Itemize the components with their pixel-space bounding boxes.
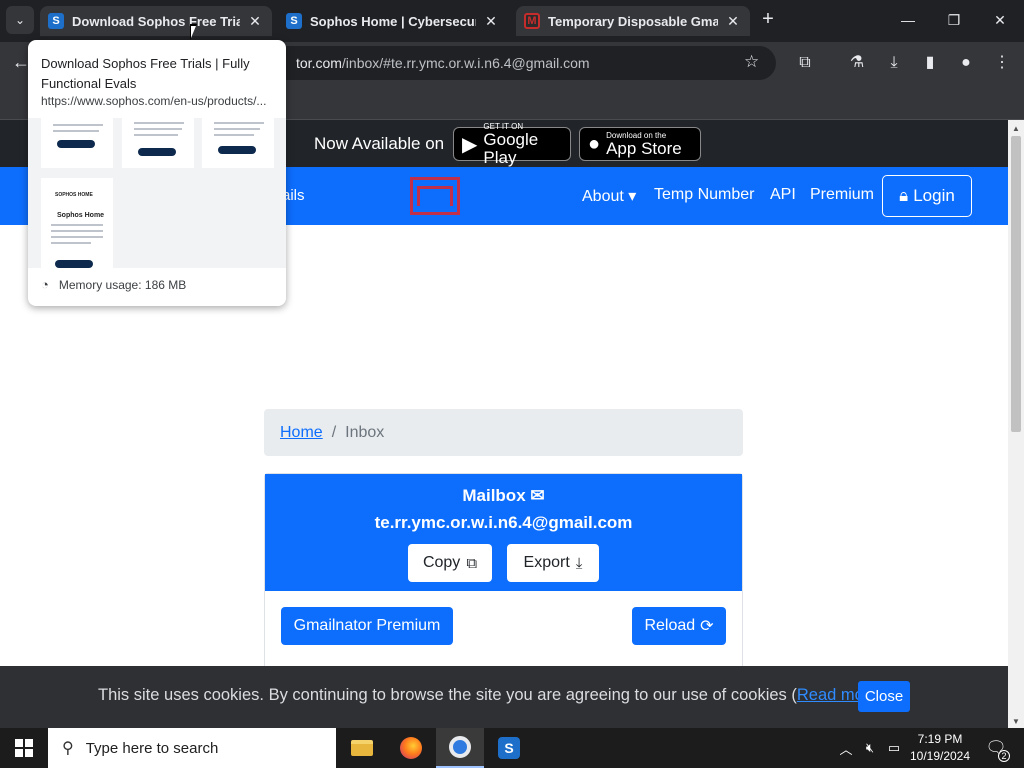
tray-chevron-up-icon[interactable]: ︿ — [836, 728, 856, 768]
breadcrumb: Home / Inbox — [264, 409, 743, 456]
address-host: tor.com — [296, 55, 342, 71]
search-icon: ⚲ — [62, 740, 74, 757]
sophos-favicon-icon: S — [48, 13, 64, 29]
scroll-down-icon[interactable]: ▼ — [1012, 717, 1020, 726]
google-play-badge[interactable]: ▶ GET IT ON Google Play — [453, 122, 571, 166]
hover-card-preview: SOPHOS HOME Sophos Home — [28, 118, 286, 268]
scroll-thumb[interactable] — [1011, 136, 1021, 432]
extensions-puzzle-icon[interactable]: ⧉ — [794, 52, 816, 74]
preview-tile — [202, 118, 274, 168]
address-path: /inbox/#te.rr.ymc.or.w.i.n6.4@gmail.com — [341, 55, 590, 71]
preview-tile — [41, 118, 113, 168]
mailbox-heading: Mailbox ✉ — [462, 486, 545, 505]
close-tab-icon[interactable]: ✕ — [724, 13, 742, 30]
notification-count: 2 — [998, 750, 1010, 762]
tab-search-button[interactable]: ⌄ — [6, 6, 34, 34]
firefox-app[interactable] — [387, 728, 435, 768]
gmailnator-logo-icon[interactable] — [410, 177, 460, 215]
gmailnator-premium-button[interactable]: Gmailnator Premium — [281, 607, 453, 645]
network-icon[interactable]: ▭ — [884, 728, 904, 768]
new-tab-button[interactable]: + — [756, 8, 780, 32]
copy-icon: ⧉ — [466, 554, 478, 572]
clock-date: 10/19/2024 — [909, 749, 971, 763]
chrome-icon — [449, 736, 471, 758]
lock-icon: 🔒︎ — [899, 186, 909, 205]
download-icon: ⤓ — [575, 554, 583, 572]
chrome-app[interactable] — [436, 728, 484, 768]
sophos-app[interactable]: S — [485, 728, 533, 768]
mailbox-address: te.rr.ymc.or.w.i.n6.4@gmail.com — [374, 513, 633, 532]
hover-card-url: https://www.sophos.com/en-us/products/..… — [41, 94, 267, 108]
bookmark-star-icon[interactable]: ☆ — [744, 52, 759, 72]
refresh-icon: ⟳ — [700, 618, 714, 635]
now-available-text: Now Available on — [314, 134, 445, 153]
export-button[interactable]: Export ⤓ — [507, 544, 599, 582]
google-play-big: Google Play — [483, 129, 539, 167]
minimize-icon[interactable]: — — [888, 8, 928, 32]
search-placeholder: Type here to search — [85, 739, 219, 757]
mailbox-header: Mailbox ✉ te.rr.ymc.or.w.i.n6.4@gmail.co… — [265, 474, 742, 591]
side-panel-icon[interactable]: ▮ — [919, 52, 941, 74]
app-store-badge[interactable]: ● Download on the App Store — [579, 127, 701, 161]
sophos-favicon-icon: S — [286, 13, 302, 29]
download-icon[interactable]: ⤓ — [883, 52, 905, 74]
tab-sophos-home[interactable]: S Sophos Home | Cybersecurity ✕ — [278, 6, 508, 36]
tab-title: Sophos Home | Cybersecurity — [310, 13, 476, 29]
nav-temp-number[interactable]: Temp Number — [654, 186, 754, 204]
breadcrumb-separator: / — [331, 423, 337, 441]
envelope-icon: ✉ — [530, 486, 545, 505]
close-window-icon[interactable]: ✕ — [980, 8, 1020, 32]
firefox-icon — [400, 737, 422, 759]
nav-premium[interactable]: Premium — [810, 186, 874, 204]
taskbar-clock[interactable]: 7:19 PM 10/19/2024 — [904, 731, 976, 765]
tab-title: Download Sophos Free Trials | — [72, 13, 240, 29]
close-tab-icon[interactable]: ✕ — [482, 13, 500, 30]
sophos-icon: S — [498, 737, 520, 759]
tab-hover-card: Download Sophos Free Trials | Fully Func… — [28, 40, 286, 306]
cookie-close-button[interactable]: Close — [858, 681, 910, 712]
preview-tile — [122, 118, 194, 168]
windows-logo-icon — [15, 739, 33, 757]
apple-icon: ● — [588, 132, 601, 155]
tab-sophos-free-trials[interactable]: S Download Sophos Free Trials | ✕ — [40, 6, 272, 36]
gmailnator-favicon-icon: M — [524, 13, 540, 29]
reload-button[interactable]: Reload ⟳ — [632, 607, 726, 645]
app-store-big: App Store — [606, 138, 682, 158]
file-explorer-app[interactable] — [338, 728, 386, 768]
volume-muted-icon[interactable]: 🔇︎ — [860, 728, 880, 768]
start-button[interactable] — [0, 728, 48, 768]
folder-icon — [351, 740, 373, 756]
nav-about[interactable]: About ▾ — [582, 186, 636, 206]
breadcrumb-home-link[interactable]: Home — [280, 424, 323, 442]
mouse-cursor-icon — [190, 24, 197, 40]
clock-time: 7:19 PM — [917, 732, 963, 746]
login-label: Login — [913, 186, 955, 205]
tab-title: Temporary Disposable Gmail | — [548, 13, 718, 29]
windows-taskbar: ⚲ Type here to search S ︿ 🔇︎ ▭ 7:19 PM 1… — [0, 728, 1024, 768]
cookie-banner: This site uses cookies. By continuing to… — [0, 666, 1008, 728]
close-tab-icon[interactable]: ✕ — [246, 13, 264, 30]
copy-button[interactable]: Copy ⧉ — [408, 544, 492, 582]
preview-heading: Sophos Home — [57, 212, 105, 219]
tab-strip: ⌄ S Download Sophos Free Trials | ✕ S So… — [0, 0, 1024, 42]
scroll-up-icon[interactable]: ▲ — [1012, 124, 1020, 133]
profile-avatar-icon[interactable]: ● — [955, 52, 977, 74]
nav-api[interactable]: API — [770, 186, 796, 204]
hover-card-title: Download Sophos Free Trials | Fully Func… — [41, 56, 250, 91]
labs-flask-icon[interactable]: ⚗ — [846, 52, 868, 74]
breadcrumb-current: Inbox — [345, 423, 385, 441]
page-scrollbar[interactable]: ▲ ▼ — [1008, 120, 1024, 728]
cookie-message: This site uses cookies. By continuing to… — [98, 686, 884, 704]
preview-tile-sophos-home: SOPHOS HOME Sophos Home — [41, 178, 113, 268]
notification-center-icon[interactable]: 🗨︎ 2 — [982, 734, 1010, 762]
preview-brand: SOPHOS HOME — [55, 192, 93, 198]
restore-icon[interactable]: ❐ — [934, 8, 974, 32]
hover-card-memory: ◔ Memory usage: 186 MB — [41, 277, 187, 292]
login-button[interactable]: 🔒︎ Login — [882, 175, 972, 217]
gauge-icon: ◔ — [41, 277, 49, 292]
taskbar-search-box[interactable]: ⚲ Type here to search — [48, 728, 336, 768]
tab-temporary-gmail[interactable]: M Temporary Disposable Gmail | ✕ — [516, 6, 750, 36]
google-play-icon: ▶ — [462, 133, 478, 156]
menu-kebab-icon[interactable]: ⋮ — [991, 52, 1013, 74]
